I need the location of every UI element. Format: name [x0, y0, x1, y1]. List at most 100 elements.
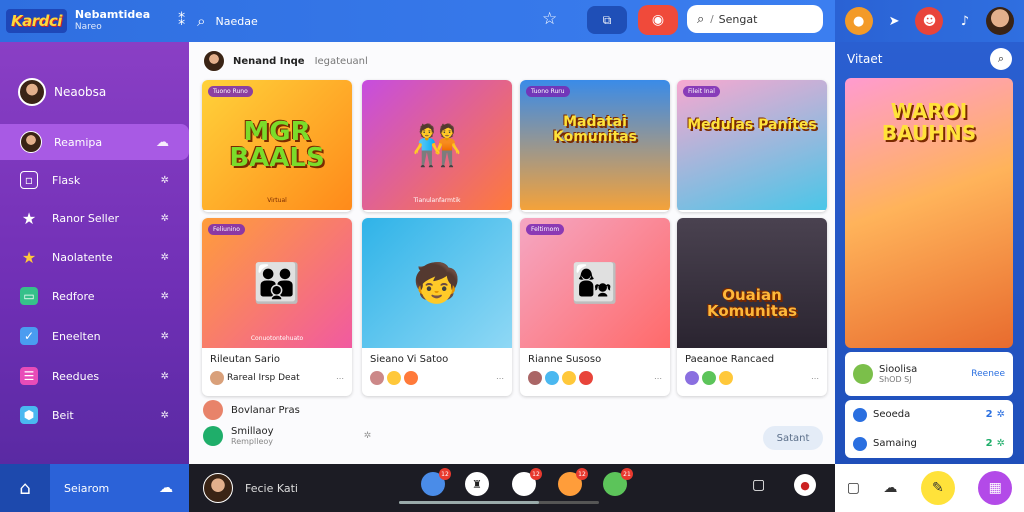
card-thumbnail: Feliunino 👪 Conuotontehuato: [202, 218, 352, 348]
shield-icon: ⬢: [20, 406, 38, 424]
card-caption: Virtual: [267, 197, 287, 204]
panel-search-button[interactable]: ⌕: [990, 48, 1012, 70]
card-body: Sieano Vi Satoo ⋯: [362, 348, 512, 396]
sidebar-item-label: Beit: [52, 408, 74, 422]
content-card-7[interactable]: Ouaian Komunitas Paeanoe Rancaed ⋯: [677, 218, 827, 396]
friend-avatar[interactable]: 21: [603, 468, 633, 496]
screen-icon: ▭: [20, 287, 38, 305]
content-card-1[interactable]: 🧑‍🤝‍🧑 Tianulanfarmtik: [362, 80, 512, 212]
character-avatar-icon[interactable]: ☻: [915, 7, 944, 35]
avatar: [853, 407, 867, 422]
sidebar-item-6[interactable]: ☰ Reedues ✲: [0, 358, 189, 394]
content-card-6[interactable]: Feltirnom 👩‍👧 Rianne Susoso ⋯: [520, 218, 670, 396]
user-avatar-icon[interactable]: [986, 7, 1015, 35]
more-icon[interactable]: ⋯: [336, 374, 344, 383]
stats-value: 2: [985, 409, 993, 420]
featured-info-text: Sioolisa ShOD SJ: [879, 364, 917, 384]
page-title: Naedae: [215, 14, 258, 28]
sidebar-item-5[interactable]: ✓ Eneelten ✲: [0, 318, 189, 354]
notification-badge: 21: [621, 468, 633, 480]
content-card-3[interactable]: Fileit Inal Medulas Panites: [677, 80, 827, 212]
card-thumb-title: Ouaian Komunitas: [706, 286, 797, 320]
pin-icon: ✲: [160, 290, 169, 302]
stats-label: Seoeda: [873, 409, 911, 420]
avatar: [702, 371, 716, 385]
record-button[interactable]: ◉: [638, 5, 678, 35]
feed-header: Nenand Inqe Iegateuanl: [203, 50, 368, 72]
app-logo[interactable]: Kardci: [6, 9, 67, 33]
star-icon: ★: [21, 208, 37, 228]
card-thumb-title: MGR BAALS: [229, 117, 325, 173]
avatar: [853, 364, 873, 384]
search-slash: /: [710, 13, 714, 25]
stats-row[interactable]: Seoeda 2 ✲: [845, 400, 1013, 429]
screen-share-button[interactable]: ⧉: [587, 6, 627, 34]
stats-row[interactable]: Samaing 2 ✲: [845, 429, 1013, 458]
top-bar-right: ● ➤ ☻ ♪: [835, 0, 1024, 42]
send-icon[interactable]: ➤: [880, 7, 908, 35]
search-input[interactable]: ⌕ / Sengat: [687, 5, 823, 33]
card-tag: Tuono Runo: [208, 86, 253, 97]
featured-info-card[interactable]: Sioolisa ShOD SJ Reenee: [845, 352, 1013, 396]
content-card-5[interactable]: 🧒 Sieano Vi Satoo ⋯: [362, 218, 512, 396]
pin-icon: ✲: [160, 212, 169, 224]
record-icon: ◉: [651, 12, 665, 28]
content-card-2[interactable]: Tuono Ruru Madatai Komunitas: [520, 80, 670, 212]
sidebar-item-2[interactable]: ★ Ranor Seller ✲: [0, 200, 189, 236]
record-icon[interactable]: ●: [794, 474, 816, 496]
card-thumbnail: Tuono Ruru Madatai Komunitas: [520, 80, 670, 210]
sidebar-item-0[interactable]: Reamipa ☁: [0, 124, 189, 160]
square-icon[interactable]: ▢: [847, 480, 860, 496]
edit-icon[interactable]: ✎: [920, 471, 955, 505]
bottom-player: Fecie Kati 12 ♜ 12 12 21 ▢ ●: [189, 464, 835, 512]
cloud-icon[interactable]: ☁: [883, 480, 897, 496]
load-more-button[interactable]: Satant: [763, 426, 823, 450]
more-icon[interactable]: ⋯: [496, 374, 504, 383]
list-item[interactable]: Bovlanar Pras: [203, 400, 300, 420]
search-icon[interactable]: ⌕: [197, 12, 205, 30]
pin-icon: ✲: [996, 409, 1005, 420]
content-card-4[interactable]: Feliunino 👪 Conuotontehuato Rileutan Sar…: [202, 218, 352, 396]
featured-poster[interactable]: WAROI BAUHNS: [845, 78, 1013, 348]
more-icon[interactable]: ⋯: [654, 374, 662, 383]
avatar: [562, 371, 576, 385]
friend-avatar[interactable]: 12: [512, 468, 542, 496]
chat-icon[interactable]: ☁: [159, 480, 173, 496]
card-thumbnail: Feltirnom 👩‍👧: [520, 218, 670, 348]
search-icon: ⌕: [997, 52, 1005, 65]
screen-icon[interactable]: ▢: [752, 477, 765, 493]
list-item-label: Smillaoy: [231, 426, 274, 437]
more-icon[interactable]: ⋯: [811, 374, 819, 383]
sidebar-item-label: Redfore: [52, 289, 95, 303]
card-title: Rianne Susoso: [528, 354, 602, 365]
featured-sub: ShOD SJ: [879, 375, 912, 384]
characters-illustration-icon: 👩‍👧: [571, 260, 619, 305]
home-button[interactable]: ⌂: [0, 464, 50, 512]
card-thumbnail: Ouaian Komunitas: [677, 218, 827, 348]
profile[interactable]: Neaobsa: [18, 78, 106, 106]
avatar[interactable]: [203, 473, 233, 503]
sidebar-item-4[interactable]: ▭ Redfore ✲: [0, 278, 189, 314]
friend-avatar[interactable]: 12: [558, 468, 588, 496]
notification-badge: 12: [530, 468, 542, 480]
list-item[interactable]: Smillaoy Remplleoy ✲: [203, 426, 371, 446]
favorite-star-icon[interactable]: ☆: [542, 9, 557, 29]
friend-avatar[interactable]: 12: [421, 468, 451, 496]
characters-illustration-icon: 👪: [253, 260, 301, 305]
filter-icon[interactable]: ⁑: [178, 13, 185, 29]
friend-avatar[interactable]: ♜: [465, 472, 489, 496]
card-tag: Tuono Ruru: [526, 86, 570, 97]
content-card-0[interactable]: Tuono Runo MGR BAALS Virtual: [202, 80, 352, 212]
sidebar-item-3[interactable]: ★ Naolatente ✲: [0, 239, 189, 275]
sidebar-item-7[interactable]: ⬢ Beit ✲: [0, 397, 189, 433]
star-icon: ★: [21, 247, 37, 267]
music-note-icon[interactable]: ♪: [951, 7, 979, 35]
featured-action[interactable]: Reenee: [971, 369, 1005, 379]
stats-card: Seoeda 2 ✲ Samaing 2 ✲: [845, 400, 1013, 458]
progress-bar[interactable]: [399, 501, 599, 504]
sidebar-item-1[interactable]: ▫ Flask ✲: [0, 162, 189, 198]
pin-icon: ✲: [160, 409, 169, 421]
avatar: [579, 371, 593, 385]
orange-avatar-icon[interactable]: ●: [844, 7, 873, 35]
grid-icon[interactable]: ▦: [978, 471, 1013, 505]
